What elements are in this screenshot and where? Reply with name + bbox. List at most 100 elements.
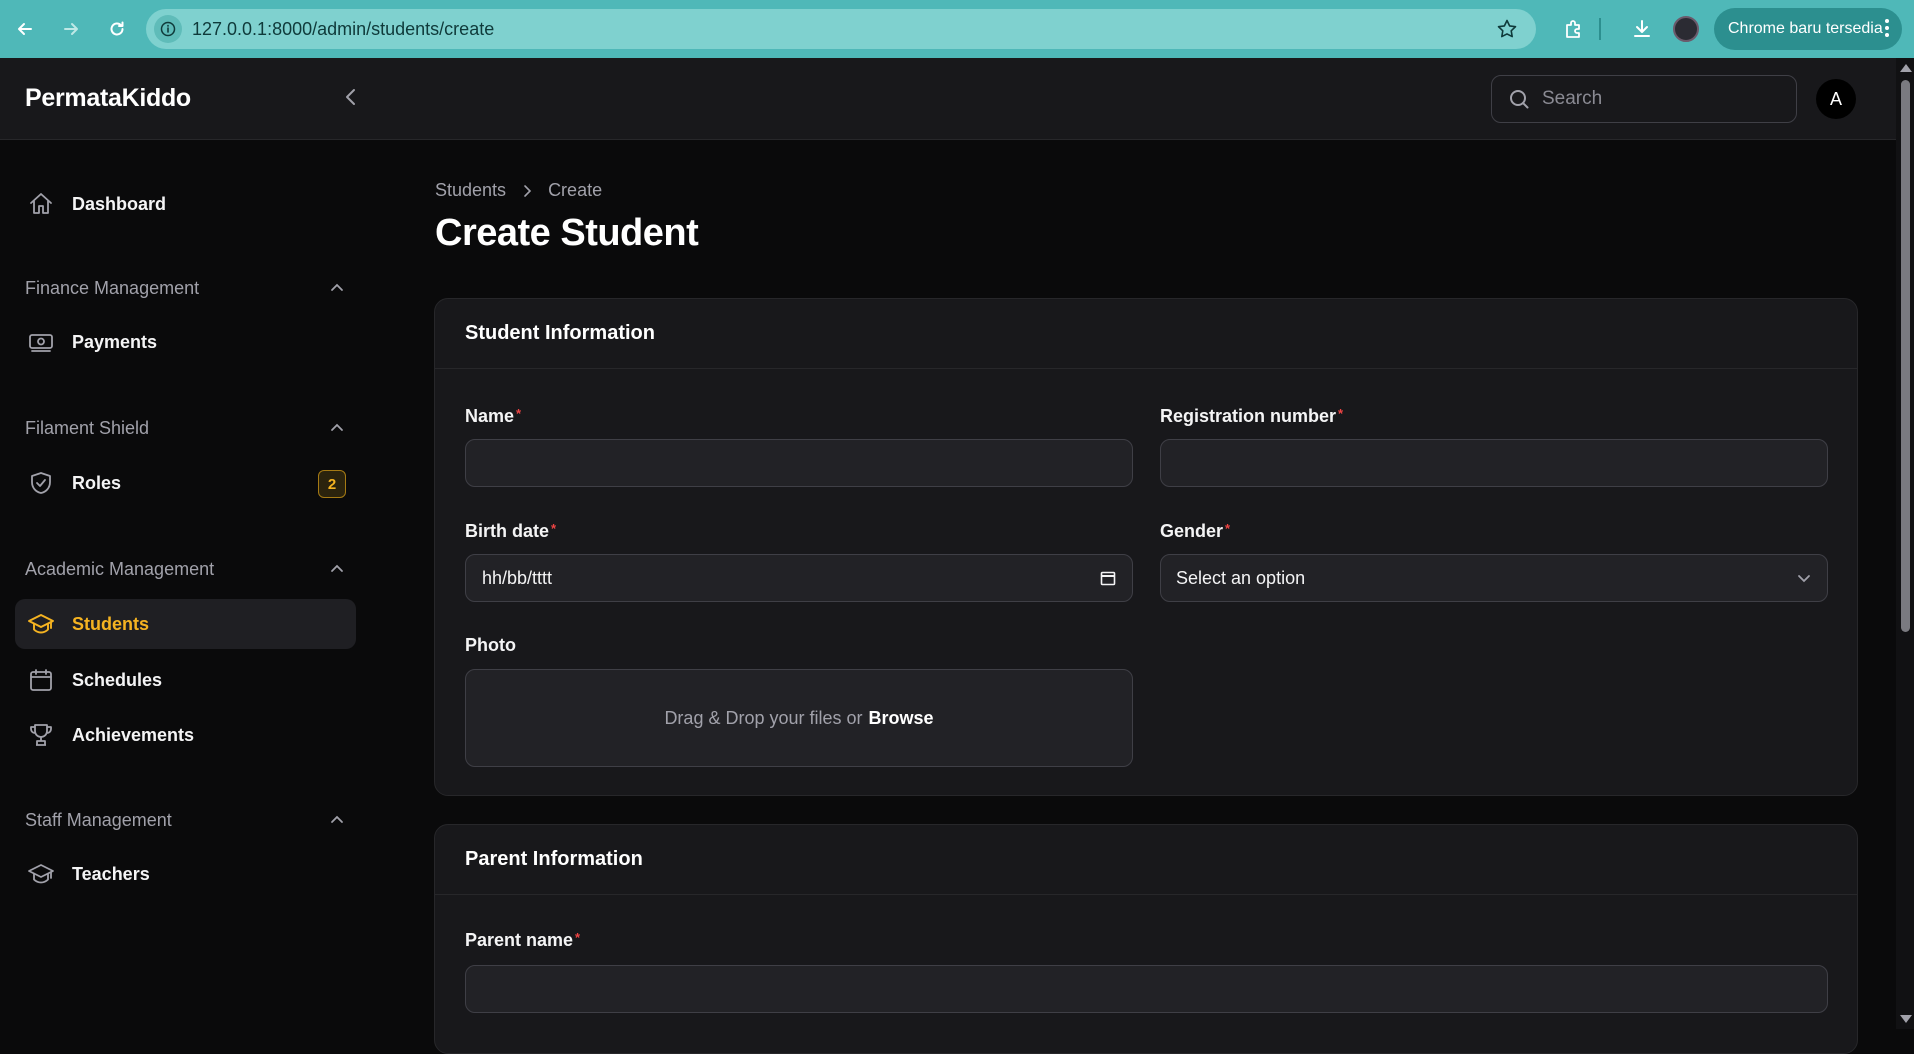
breadcrumb: Students Create bbox=[435, 180, 602, 201]
name-label-text: Name bbox=[465, 406, 515, 426]
chevron-down-icon[interactable] bbox=[1796, 570, 1812, 586]
sidebar-item-dashboard[interactable]: Dashboard bbox=[15, 179, 356, 229]
site-info-icon[interactable] bbox=[154, 15, 182, 43]
name-input[interactable] bbox=[466, 440, 1132, 486]
browse-link[interactable]: Browse bbox=[869, 708, 934, 729]
breadcrumb-current: Create bbox=[548, 180, 603, 200]
required-marker: * bbox=[1338, 406, 1344, 421]
section-title: Student Information bbox=[435, 299, 1857, 369]
app-topbar: PermataKiddo A bbox=[0, 58, 1896, 140]
birth-date-field[interactable]: hh/bb/tttt bbox=[465, 554, 1133, 602]
search-icon bbox=[1510, 90, 1529, 109]
download-icon[interactable] bbox=[1624, 9, 1660, 49]
sidebar-item-label: Achievements bbox=[72, 724, 195, 745]
more-menu-icon[interactable] bbox=[1884, 17, 1890, 44]
sidebar-item-students[interactable]: Students bbox=[15, 599, 356, 649]
sidebar-item-label: Payments bbox=[72, 331, 158, 352]
chevron-right-icon bbox=[520, 184, 534, 198]
search-input[interactable] bbox=[1542, 88, 1762, 110]
calendar-icon bbox=[27, 666, 55, 694]
photo-dropzone[interactable]: Drag & Drop your files or Browse bbox=[465, 669, 1133, 767]
user-avatar[interactable]: A bbox=[1816, 79, 1856, 119]
roles-count-badge: 2 bbox=[318, 470, 346, 498]
academic-cap-icon bbox=[27, 610, 55, 638]
birth-date-value: hh/bb/tttt bbox=[482, 567, 553, 588]
back-icon[interactable] bbox=[10, 14, 40, 44]
sidebar-item-label: Roles bbox=[72, 472, 122, 493]
sidebar-item-label: Dashboard bbox=[72, 193, 167, 214]
gender-label-text: Gender bbox=[1160, 521, 1224, 541]
section-title: Parent Information bbox=[435, 825, 1857, 895]
group-filament-shield[interactable]: Filament Shield bbox=[25, 413, 345, 443]
sidebar-item-roles[interactable]: Roles 2 bbox=[15, 458, 356, 508]
registration-number-label: Registration number * bbox=[1160, 406, 1343, 427]
parent-information-card: Parent Information Parent name * bbox=[434, 824, 1858, 1054]
required-marker: * bbox=[516, 406, 522, 421]
chrome-update-label: Chrome baru tersedia bbox=[1728, 20, 1883, 37]
birth-date-label: Birth date * bbox=[465, 521, 556, 542]
group-staff-management[interactable]: Staff Management bbox=[25, 805, 345, 835]
chevron-up-icon[interactable] bbox=[329, 561, 345, 577]
scroll-down-icon[interactable] bbox=[1900, 1015, 1912, 1023]
chevron-up-icon[interactable] bbox=[329, 280, 345, 296]
required-marker: * bbox=[551, 521, 557, 536]
group-label: Filament Shield bbox=[25, 417, 150, 438]
parent-name-input[interactable] bbox=[466, 966, 1827, 1012]
registration-number-field[interactable] bbox=[1160, 439, 1828, 487]
group-academic-management[interactable]: Academic Management bbox=[25, 554, 345, 584]
gender-select[interactable]: Select an option bbox=[1160, 554, 1828, 602]
dropzone-hint: Drag & Drop your files or bbox=[664, 707, 863, 728]
photo-label: Photo bbox=[465, 635, 516, 655]
chevron-up-icon[interactable] bbox=[329, 812, 345, 828]
url-text: 127.0.0.1:8000/admin/students/create bbox=[192, 18, 495, 39]
page-scrollbar[interactable] bbox=[1896, 58, 1914, 1029]
sidebar: Dashboard Finance Management Payments Fi… bbox=[0, 140, 370, 1029]
chevron-up-icon[interactable] bbox=[329, 420, 345, 436]
global-search[interactable] bbox=[1491, 75, 1797, 123]
parent-name-label: Parent name * bbox=[465, 930, 580, 951]
group-label: Academic Management bbox=[25, 558, 215, 579]
sidebar-item-schedules[interactable]: Schedules bbox=[15, 655, 356, 705]
brand-logo[interactable]: PermataKiddo bbox=[25, 84, 191, 113]
gender-label: Gender * bbox=[1160, 521, 1230, 542]
sidebar-item-label: Schedules bbox=[72, 669, 163, 690]
cash-icon bbox=[27, 328, 55, 356]
sidebar-item-label: Teachers bbox=[72, 863, 150, 884]
sidebar-item-achievements[interactable]: Achievements bbox=[15, 710, 356, 760]
gender-selected-value: Select an option bbox=[1176, 567, 1306, 588]
name-label: Name * bbox=[465, 406, 521, 427]
breadcrumb-students-link[interactable]: Students bbox=[435, 180, 506, 201]
forward-icon[interactable] bbox=[56, 14, 86, 44]
group-label: Finance Management bbox=[25, 277, 200, 298]
birth-label-text: Birth date bbox=[465, 521, 550, 541]
bookmark-star-icon[interactable] bbox=[1496, 18, 1518, 45]
registration-label-text: Registration number bbox=[1160, 406, 1337, 426]
scroll-thumb[interactable] bbox=[1901, 80, 1910, 632]
sidebar-item-teachers[interactable]: Teachers bbox=[15, 849, 356, 899]
shield-check-icon bbox=[27, 469, 55, 497]
registration-number-input[interactable] bbox=[1161, 440, 1827, 486]
collapse-sidebar-button[interactable] bbox=[336, 82, 366, 112]
trophy-icon bbox=[27, 721, 55, 749]
academic-cap-icon bbox=[27, 860, 55, 888]
name-field[interactable] bbox=[465, 439, 1133, 487]
parent-name-label-text: Parent name bbox=[465, 930, 574, 950]
scroll-up-icon[interactable] bbox=[1900, 64, 1912, 72]
sidebar-item-payments[interactable]: Payments bbox=[15, 317, 356, 367]
required-marker: * bbox=[575, 930, 581, 945]
group-label: Staff Management bbox=[25, 809, 172, 830]
group-finance-management[interactable]: Finance Management bbox=[25, 273, 345, 303]
required-marker: * bbox=[1225, 521, 1231, 536]
toolbar-divider bbox=[1594, 9, 1606, 49]
address-bar[interactable]: 127.0.0.1:8000/admin/students/create bbox=[146, 9, 1536, 49]
student-information-card: Student Information Name * Registration n… bbox=[434, 298, 1858, 796]
calendar-icon[interactable] bbox=[1100, 570, 1116, 586]
parent-name-field[interactable] bbox=[465, 965, 1828, 1013]
profile-avatar-icon[interactable] bbox=[1668, 9, 1704, 49]
page-title: Create Student bbox=[435, 212, 699, 254]
home-icon bbox=[27, 190, 55, 218]
sidebar-item-label: Students bbox=[72, 613, 150, 634]
reload-icon[interactable] bbox=[102, 14, 132, 44]
chrome-update-button[interactable]: Chrome baru tersedia bbox=[1714, 8, 1902, 50]
extensions-icon[interactable] bbox=[1556, 9, 1592, 49]
